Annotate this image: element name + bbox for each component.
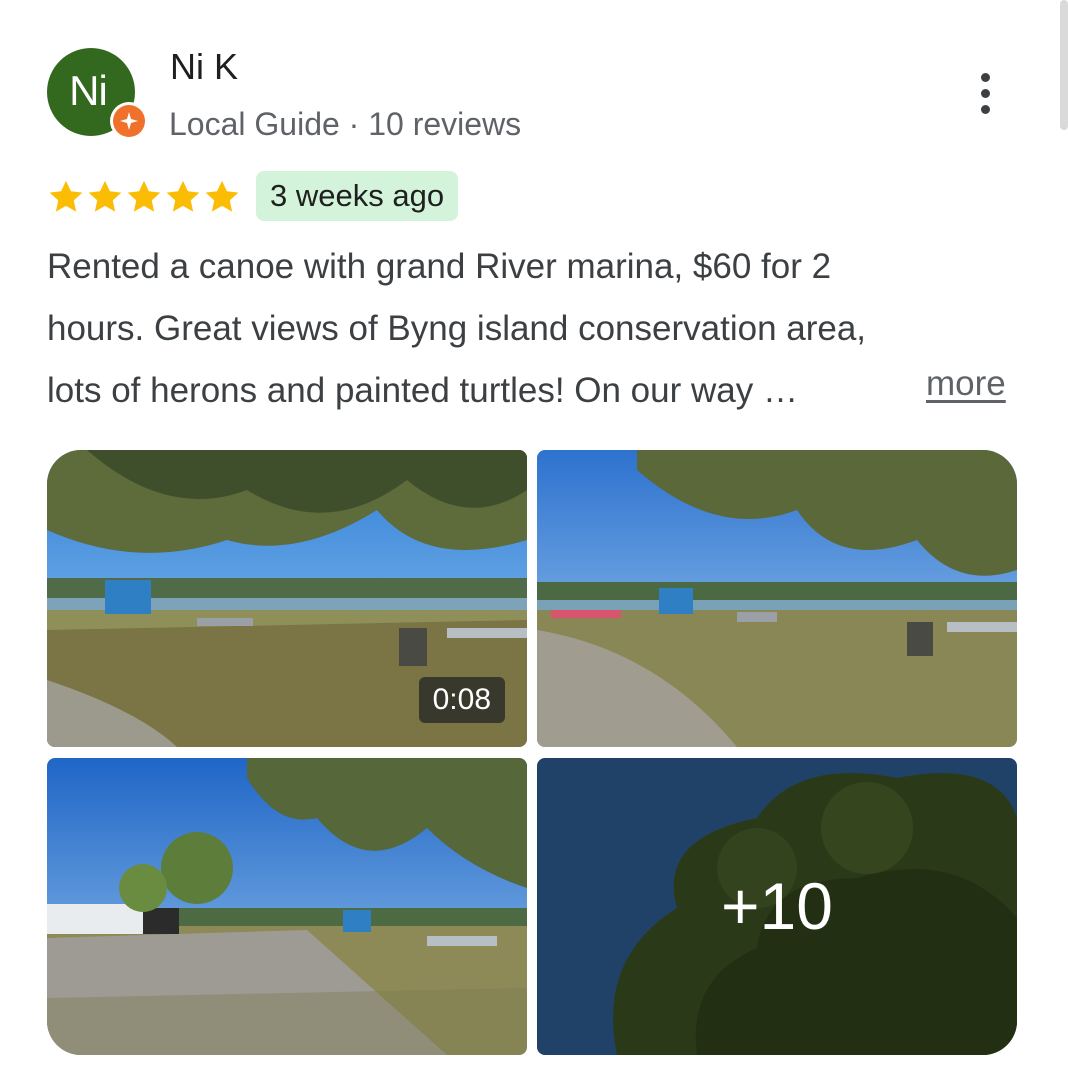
more-photos-tile[interactable]: +10 <box>537 758 1017 1055</box>
more-options-button[interactable] <box>966 66 1004 120</box>
star-icon <box>166 180 200 212</box>
more-vert-icon <box>980 72 990 82</box>
review-photo[interactable] <box>47 758 527 1055</box>
review-photo[interactable] <box>537 450 1017 747</box>
review-video-thumbnail[interactable]: 0:08 <box>47 450 527 747</box>
scrollbar[interactable] <box>1060 0 1068 130</box>
avatar-initials: Ni <box>69 67 108 114</box>
star-icon <box>49 180 83 212</box>
reviewer-name[interactable]: Ni K <box>170 46 238 88</box>
review-text-line: Rented a canoe with grand River marina, … <box>47 247 832 286</box>
star-icon <box>88 180 122 212</box>
review-text: Rented a canoe with grand River marina, … <box>47 236 1037 422</box>
more-link[interactable]: more <box>926 364 1006 404</box>
more-photos-count: +10 <box>721 869 833 943</box>
star-icon <box>127 180 161 212</box>
marina-park-photo <box>537 450 1017 747</box>
star-icon <box>205 180 239 212</box>
marina-road-photo <box>47 758 527 1055</box>
review-time-badge: 3 weeks ago <box>256 171 459 221</box>
more-vert-dot <box>980 88 990 98</box>
star-rating <box>47 178 241 216</box>
review-text-line: hours. Great views of Byng island conser… <box>47 309 867 348</box>
more-vert-dot <box>980 104 990 114</box>
review-text-line: lots of herons and painted turtles! On o… <box>47 371 798 410</box>
local-guide-star-icon <box>113 105 145 137</box>
reviewer-meta: Local Guide · 10 reviews <box>169 106 522 142</box>
local-guide-badge <box>110 102 148 140</box>
video-duration: 0:08 <box>418 677 505 723</box>
